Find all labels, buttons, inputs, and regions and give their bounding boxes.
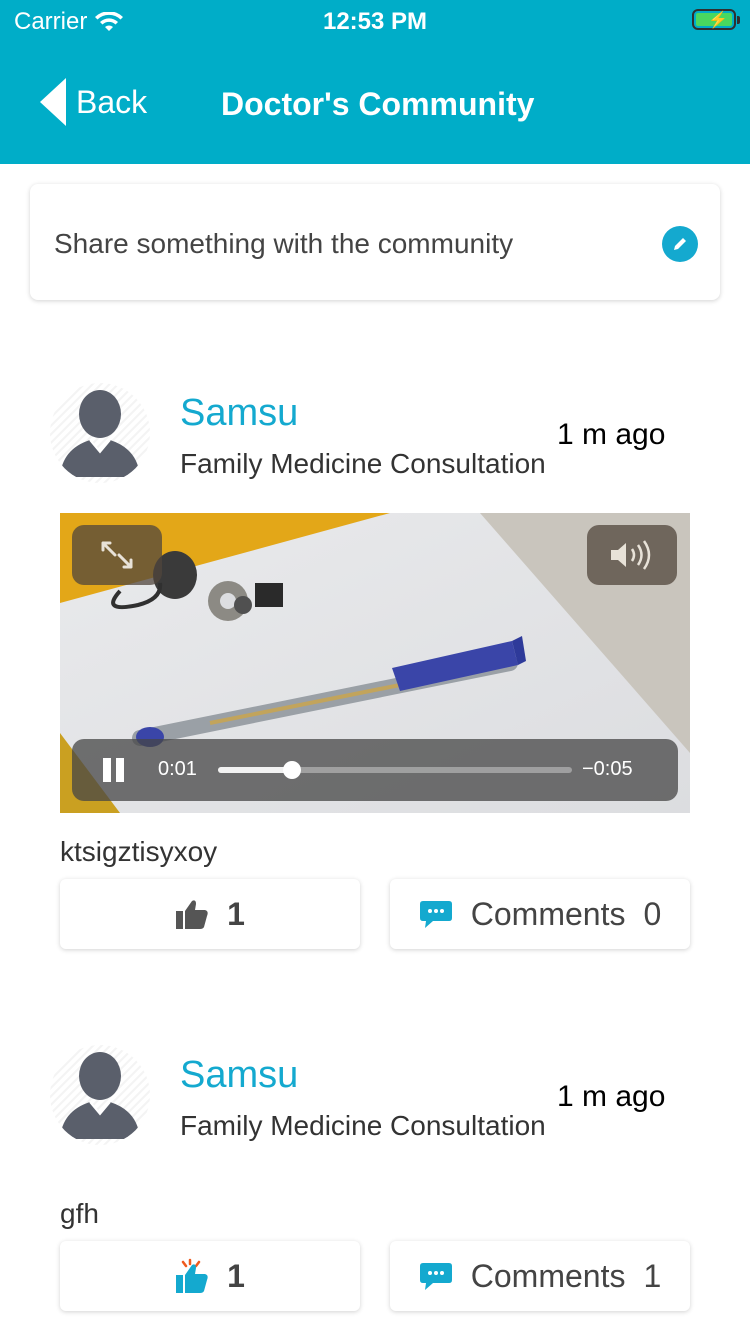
nav-bar: Back Doctor's Community bbox=[0, 64, 750, 144]
status-time: 12:53 PM bbox=[322, 8, 428, 35]
comments-count: 1 bbox=[643, 1257, 662, 1294]
thumbs-up-icon bbox=[176, 900, 208, 929]
video-scrubber[interactable] bbox=[218, 761, 572, 779]
scrubber-handle[interactable] bbox=[283, 761, 302, 779]
post-author-specialty: Family Medicine Consultation bbox=[180, 448, 546, 479]
share-post-box[interactable]: Share something with the community bbox=[30, 184, 720, 300]
thumbs-up-liked-icon bbox=[176, 1258, 208, 1293]
pencil-icon[interactable] bbox=[662, 226, 698, 262]
chat-bubble-icon bbox=[419, 1263, 452, 1290]
fullscreen-button[interactable] bbox=[72, 525, 162, 585]
like-button[interactable]: 1 bbox=[60, 1241, 360, 1311]
post-time: 1 m ago bbox=[557, 418, 666, 451]
post-time: 1 m ago bbox=[557, 1080, 666, 1113]
user-avatar-icon bbox=[60, 1052, 140, 1139]
post-author[interactable]: Samsu bbox=[180, 1054, 298, 1097]
comments-label: Comments bbox=[470, 1257, 626, 1294]
like-count: 1 bbox=[227, 895, 245, 932]
share-placeholder: Share something with the community bbox=[54, 228, 514, 259]
video-remaining: −0:05 bbox=[582, 758, 633, 780]
comments-button[interactable]: Comments 0 bbox=[390, 879, 690, 949]
page-title: Doctor's Community bbox=[221, 86, 535, 122]
pause-button[interactable] bbox=[100, 756, 130, 786]
chat-bubble-icon bbox=[419, 901, 452, 928]
battery-icon: ⚡ bbox=[692, 9, 740, 30]
speaker-icon bbox=[611, 540, 651, 570]
comments-count: 0 bbox=[643, 895, 662, 932]
avatar[interactable] bbox=[50, 1045, 150, 1145]
status-bar: Carrier 12:53 PM ⚡ bbox=[0, 0, 750, 40]
comments-label: Comments bbox=[470, 895, 626, 932]
post-author-specialty: Family Medicine Consultation bbox=[180, 1110, 546, 1141]
post-text: ktsigztisyxoy bbox=[60, 836, 218, 867]
comments-button[interactable]: Comments 1 bbox=[390, 1241, 690, 1311]
video-elapsed: 0:01 bbox=[158, 758, 197, 780]
app-header: Carrier 12:53 PM ⚡ Back Doctor's Communi… bbox=[0, 0, 750, 164]
pause-icon bbox=[103, 758, 124, 782]
chevron-left-icon bbox=[40, 78, 66, 126]
like-count: 1 bbox=[227, 1257, 245, 1294]
post-text: gfh bbox=[60, 1198, 99, 1229]
back-label: Back bbox=[76, 83, 148, 120]
expand-icon bbox=[101, 541, 133, 569]
post-author[interactable]: Samsu bbox=[180, 392, 298, 435]
volume-button[interactable] bbox=[587, 525, 677, 585]
user-avatar-icon bbox=[60, 390, 140, 477]
avatar[interactable] bbox=[50, 383, 150, 483]
scrubber-fill bbox=[218, 767, 293, 773]
video-player[interactable]: 0:01 −0:05 bbox=[60, 513, 690, 813]
like-button[interactable]: 1 bbox=[60, 879, 360, 949]
video-controls: 0:01 −0:05 bbox=[72, 739, 678, 801]
back-button[interactable]: Back bbox=[40, 78, 147, 126]
